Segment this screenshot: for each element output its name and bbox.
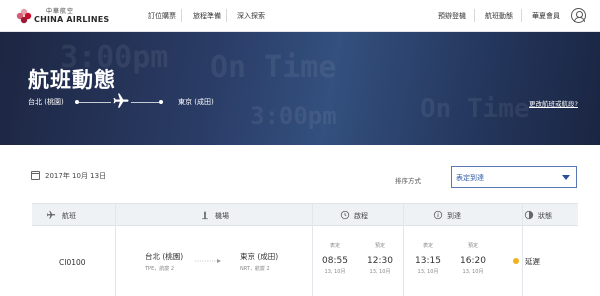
route-line [79, 102, 111, 103]
departure-scheduled-time: 08:55 [322, 256, 348, 266]
header-departure[interactable]: 啟程 [312, 204, 403, 227]
origin-terminal: TPE，航廈 2 [145, 266, 174, 272]
page-title: 航班動態 [28, 68, 116, 92]
status-indicator-dot [513, 258, 519, 264]
nav-divider [474, 9, 475, 22]
nav-explore[interactable]: 深入探索 [237, 11, 265, 21]
arrival-scheduled-time: 13:15 [415, 256, 441, 266]
airplane-icon [113, 93, 129, 108]
arrival-estimated-time: 16:20 [460, 256, 486, 266]
route-line [131, 102, 159, 103]
arrival-estimated-label: 預定 [467, 243, 478, 249]
departure-estimated-date: 13, 10月 [369, 269, 391, 275]
info-icon [433, 210, 443, 220]
column-divider [403, 203, 404, 296]
calendar-icon [31, 171, 40, 180]
hero-decor-text: On Time [420, 94, 530, 124]
departure-clock-icon [340, 210, 350, 220]
route-origin: 台北 (桃園) [28, 98, 64, 106]
hero-decor-text: On Time [210, 50, 337, 85]
departure-scheduled-date: 13, 10月 [324, 269, 346, 275]
nav-flight-status[interactable]: 航班動態 [485, 11, 513, 21]
header-flight-label: 航班 [62, 212, 76, 220]
hero-decor-text: 3:00pm [250, 102, 337, 130]
column-divider [522, 203, 523, 296]
departure-estimated-label: 預定 [374, 243, 385, 249]
chevron-down-icon [562, 175, 570, 180]
nav-trip-preparation[interactable]: 旅程準備 [193, 11, 221, 21]
flight-date: 2017年 10月 13日 [45, 172, 107, 180]
table-header: 航班 機場 啟程 到達 狀態 [32, 203, 578, 226]
departure-estimated-time: 12:30 [367, 256, 393, 266]
destination-airport: 東京 (成田) [240, 252, 279, 261]
header-status[interactable]: 狀態 [522, 204, 578, 227]
origin-airport: 台北 (桃園) [145, 252, 184, 261]
arrival-scheduled-label: 表定 [422, 243, 433, 249]
nav-divider [226, 9, 227, 22]
header-departure-label: 啟程 [354, 212, 368, 220]
airport-icon [202, 210, 208, 220]
arrival-estimated-date: 13, 10月 [462, 269, 484, 275]
column-divider [312, 203, 313, 296]
brand-name-chinese: 中華航空 [46, 8, 75, 15]
route-arrow-icon [195, 259, 221, 263]
nav-membership[interactable]: 華夏會員 [532, 11, 560, 21]
brand-name-english: CHINA AIRLINES [34, 15, 110, 24]
nav-book-tickets[interactable]: 訂位購票 [148, 11, 176, 21]
change-flight-link[interactable]: 更改航班或航段? [529, 98, 578, 108]
header-arrival[interactable]: 到達 [403, 204, 522, 227]
hero-banner: 3:00pm On Time 3:00pm On Time 航班動態 台北 (桃… [0, 32, 600, 145]
header-flight[interactable]: 航班 [32, 204, 115, 227]
destination-terminal: NRT，航廈 2 [240, 266, 270, 272]
header-airport-label: 機場 [215, 212, 229, 220]
departure-scheduled-label: 表定 [329, 243, 340, 249]
sort-selected-value: 表定到達 [456, 174, 484, 182]
sort-select[interactable]: 表定到達 [451, 166, 577, 188]
china-airlines-logo[interactable]: 中華航空 CHINA AIRLINES [16, 6, 120, 28]
nav-check-in[interactable]: 預辦登機 [438, 11, 466, 21]
header-status-label: 狀態 [538, 212, 552, 220]
top-navigation: 中華航空 CHINA AIRLINES 訂位購票 旅程準備 深入探索 預辦登機 … [0, 0, 600, 32]
header-arrival-label: 到達 [447, 212, 461, 220]
status-icon [524, 210, 534, 220]
arrival-scheduled-date: 13, 10月 [417, 269, 439, 275]
column-divider [115, 203, 116, 296]
route-destination: 東京 (成田) [178, 98, 214, 106]
nav-divider [181, 9, 182, 22]
plum-blossom-icon [16, 8, 32, 24]
nav-divider [521, 9, 522, 22]
header-airport[interactable]: 機場 [115, 204, 315, 227]
airplane-icon [46, 210, 56, 219]
user-circle-icon[interactable] [571, 8, 586, 23]
flight-status: 延遲 [525, 257, 540, 266]
sort-label: 排序方式 [395, 177, 421, 185]
route-dot [159, 100, 163, 104]
flight-number: CI0100 [59, 258, 86, 267]
